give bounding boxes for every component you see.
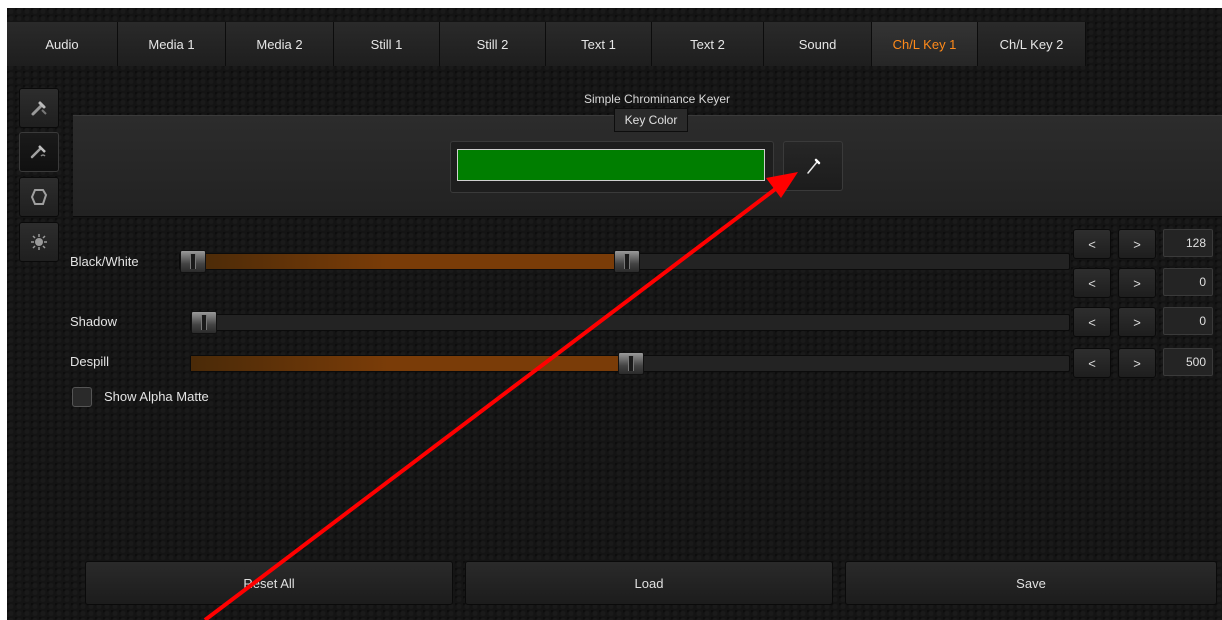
black-white-range-fill <box>192 254 626 269</box>
splash-icon <box>31 234 47 250</box>
black-white-low-increment[interactable]: > <box>1118 268 1156 298</box>
shadow-increment[interactable]: > <box>1118 307 1156 337</box>
tab-still-1[interactable]: Still 1 <box>334 22 440 66</box>
frame-icon <box>30 189 48 205</box>
show-alpha-matte-label: Show Alpha Matte <box>104 389 209 404</box>
color-picker-button[interactable] <box>783 141 843 191</box>
tab-chl-key-1[interactable]: Ch/L Key 1 <box>872 22 978 66</box>
eyedropper-cross-icon <box>31 101 47 116</box>
load-button[interactable]: Load <box>465 561 833 605</box>
tab-text-1[interactable]: Text 1 <box>546 22 652 66</box>
sidebar-item-key-color[interactable] <box>19 88 59 128</box>
tab-audio[interactable]: Audio <box>7 22 118 66</box>
black-white-high-handle[interactable] <box>614 250 640 273</box>
eyedropper-icon <box>807 158 821 174</box>
black-white-slider[interactable] <box>179 250 1070 273</box>
key-color-swatch[interactable] <box>457 149 765 181</box>
despill-value[interactable]: 500 <box>1163 348 1213 376</box>
shadow-slider[interactable] <box>190 311 1070 334</box>
black-white-high-increment[interactable]: > <box>1118 229 1156 259</box>
shadow-label: Shadow <box>70 314 117 329</box>
keyer-window: Audio Media 1 Media 2 Still 1 Still 2 Te… <box>7 8 1222 620</box>
eyedropper-scribble-icon <box>30 145 46 159</box>
tab-chl-key-2[interactable]: Ch/L Key 2 <box>978 22 1086 66</box>
despill-fill <box>191 356 630 371</box>
black-white-high-decrement[interactable]: < <box>1073 229 1111 259</box>
sidebar-item-mask[interactable] <box>19 177 59 217</box>
sidebar-item-chroma[interactable] <box>19 132 59 172</box>
despill-label: Despill <box>70 354 110 369</box>
tab-text-2[interactable]: Text 2 <box>652 22 764 66</box>
despill-increment[interactable]: > <box>1118 348 1156 378</box>
shadow-value[interactable]: 0 <box>1163 307 1213 335</box>
black-white-low-decrement[interactable]: < <box>1073 268 1111 298</box>
sidebar-item-effects[interactable] <box>19 222 59 262</box>
reset-all-button[interactable]: Reset All <box>85 561 453 605</box>
tab-media-1[interactable]: Media 1 <box>118 22 226 66</box>
shadow-decrement[interactable]: < <box>1073 307 1111 337</box>
despill-decrement[interactable]: < <box>1073 348 1111 378</box>
tab-bar: Audio Media 1 Media 2 Still 1 Still 2 Te… <box>7 22 1222 66</box>
black-white-label: Black/White <box>70 254 139 269</box>
key-color-swatch-frame <box>450 141 774 193</box>
key-color-label: Key Color <box>614 108 688 132</box>
despill-slider[interactable] <box>190 352 1070 375</box>
tab-still-2[interactable]: Still 2 <box>440 22 546 66</box>
tab-sound[interactable]: Sound <box>764 22 872 66</box>
save-button[interactable]: Save <box>845 561 1217 605</box>
tab-media-2[interactable]: Media 2 <box>226 22 334 66</box>
black-white-low-handle[interactable] <box>180 250 206 273</box>
shadow-handle[interactable] <box>191 311 217 334</box>
keyer-title: Simple Chrominance Keyer <box>583 92 731 106</box>
despill-handle[interactable] <box>618 352 644 375</box>
black-white-low-value[interactable]: 0 <box>1163 268 1213 296</box>
black-white-high-value[interactable]: 128 <box>1163 229 1213 257</box>
show-alpha-matte-checkbox[interactable] <box>72 387 92 407</box>
